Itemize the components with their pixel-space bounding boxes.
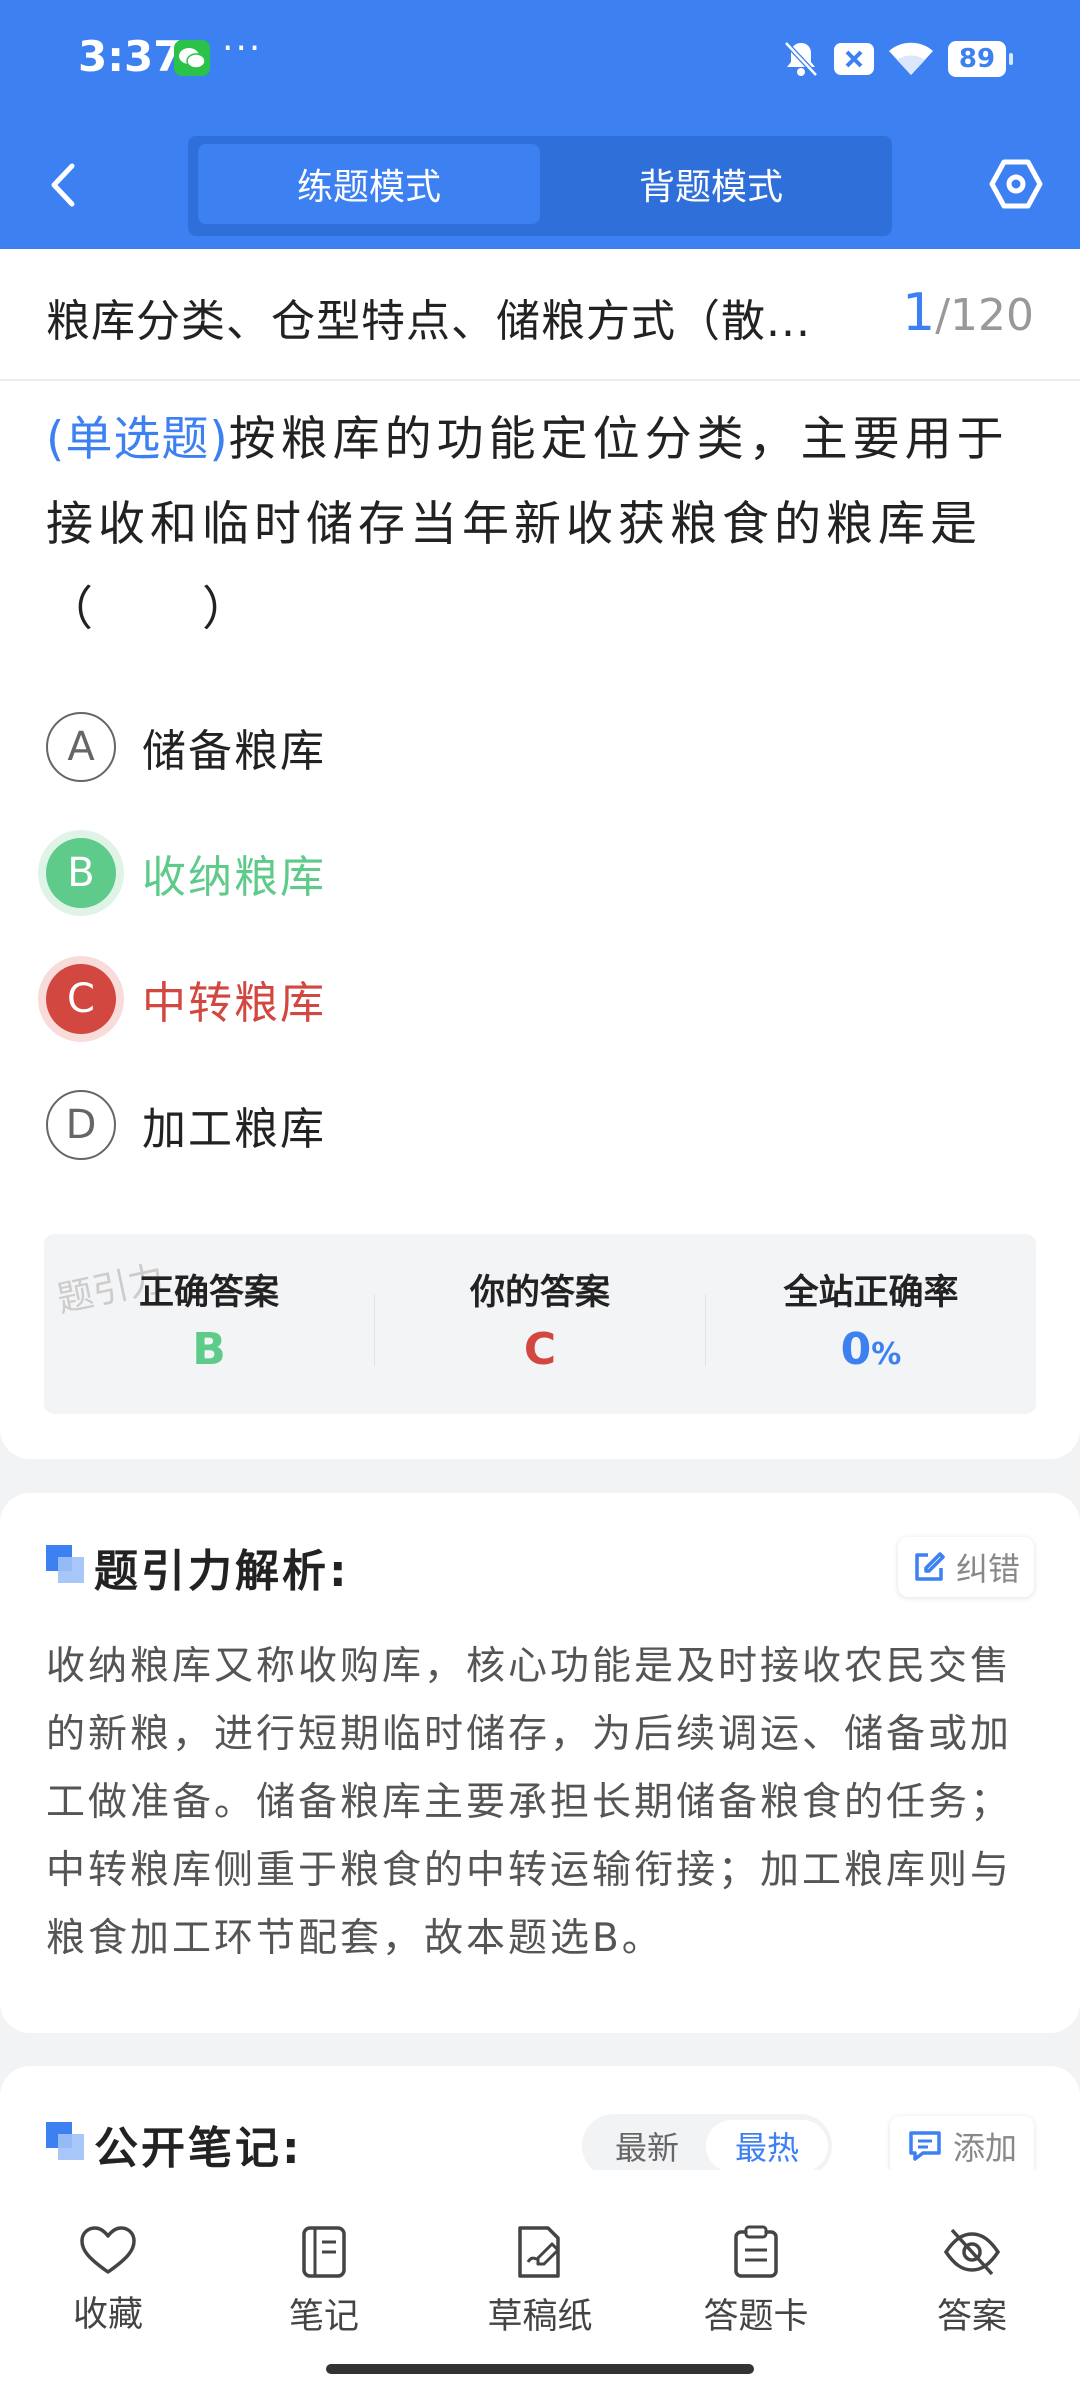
analysis-title: 题引力解析: [94,1546,350,1597]
back-button[interactable] [42,158,86,212]
nav-answer-sheet[interactable]: 答题卡 [676,2224,836,2354]
notes-title: 公开笔记: [94,2123,303,2174]
option-text: 中转粮库 [142,978,326,1029]
clipboard-icon [734,2225,778,2278]
heart-icon [80,2226,136,2274]
correct-answer-label: 正确答案 [138,1273,279,1313]
analysis-text: 收纳粮库又称收购库，核心功能是及时接收农民交售的新粮，进行短期临时储存，为后续调… [46,1644,1013,1961]
nav-scratchpad[interactable]: 草稿纸 [460,2224,620,2354]
nav-answer[interactable]: 答案 [892,2224,1052,2354]
report-error-label: 纠错 [955,1550,1020,1588]
comment-icon [909,2131,941,2161]
notes-sort-toggle: 最新 最热 [582,2114,832,2178]
option-letter: D [46,1090,116,1160]
section-icon [46,1545,84,1583]
battery-icon: 89 [948,41,1013,77]
nav-favorite[interactable]: 收藏 [28,2224,188,2354]
status-icons: 89 [782,38,1013,80]
wechat-icon [174,40,210,76]
app-header: 3:37 ··· 89 练题模式 背题模式 [0,0,1080,249]
option-a[interactable]: A 储备粮库 [46,709,326,785]
option-letter: C [46,964,116,1034]
more-notifications-icon: ··· [222,28,263,69]
gear-icon [989,159,1043,209]
site-accuracy-number: 0 [840,1324,872,1375]
correct-answer-value: B [192,1324,226,1375]
option-text: 收纳粮库 [142,852,326,903]
nav-notes[interactable]: 笔记 [244,2224,404,2354]
draft-paper-icon [518,2226,560,2278]
tab-practice-mode[interactable]: 练题模式 [198,144,540,224]
mute-bell-icon [784,41,818,77]
nav-label: 草稿纸 [487,2297,593,2337]
option-text: 加工粮库 [142,1104,326,1155]
topic-title: 粮库分类、仓型特点、储粮方式（散... [46,296,811,347]
question-counter[interactable]: 1/120 [902,283,1034,343]
current-question-number: 1 [902,283,936,343]
correct-answer: 正确答案 B [44,1234,374,1414]
option-letter: A [46,712,116,782]
section-icon [46,2122,84,2160]
site-accuracy-value: 0% [706,1324,1036,1375]
option-b[interactable]: B 收纳粮库 [46,835,326,911]
divider [0,379,1080,381]
sort-newest[interactable]: 最新 [586,2120,708,2172]
edit-icon [915,1552,945,1581]
analysis-card: 题引力解析: 纠错 收纳粮库又称收购库，核心功能是及时接收农民交售的新粮，进行短… [0,1493,1080,2033]
report-error-button[interactable]: 纠错 [898,1537,1034,1597]
your-answer: 你的答案 C [375,1234,705,1414]
your-answer-value: C [523,1324,557,1375]
close-box-icon [834,43,874,75]
wifi-icon [889,42,933,75]
settings-button[interactable] [988,156,1044,212]
nav-label: 笔记 [288,2297,359,2337]
home-indicator[interactable] [326,2364,754,2374]
nav-label: 收藏 [72,2295,143,2335]
option-text: 储备粮库 [142,726,326,777]
add-note-label: 添加 [952,2129,1017,2167]
answer-summary: 题引力 正确答案 B 你的答案 C 全站正确率 0% [44,1234,1036,1414]
mode-toggle: 练题模式 背题模式 [188,136,892,236]
question-card: 粮库分类、仓型特点、储粮方式（散... 1/120 (单选题)按粮库的功能定位分… [0,249,1080,1459]
eye-hidden-icon [943,2228,1001,2276]
site-accuracy-label: 全站正确率 [783,1273,959,1313]
option-letter: B [46,838,116,908]
total-questions: /120 [935,290,1034,341]
nav-label: 答案 [936,2297,1007,2337]
question-text: (单选题)按粮库的功能定位分类，主要用于接收和临时储存当年新收获粮食的粮库是（ … [46,397,1036,652]
site-accuracy-unit: % [871,1337,902,1372]
site-accuracy: 全站正确率 0% [706,1234,1036,1414]
option-c[interactable]: C 中转粮库 [46,961,326,1037]
nav-label: 答题卡 [703,2297,809,2337]
your-answer-label: 你的答案 [469,1273,610,1313]
add-note-button[interactable]: 添加 [890,2116,1034,2176]
status-time: 3:37 [78,32,183,81]
sort-hottest[interactable]: 最热 [706,2120,828,2172]
question-type: (单选题) [46,412,229,467]
option-d[interactable]: D 加工粮库 [46,1087,326,1163]
notebook-icon [302,2226,346,2278]
tab-review-mode[interactable]: 背题模式 [540,144,882,224]
